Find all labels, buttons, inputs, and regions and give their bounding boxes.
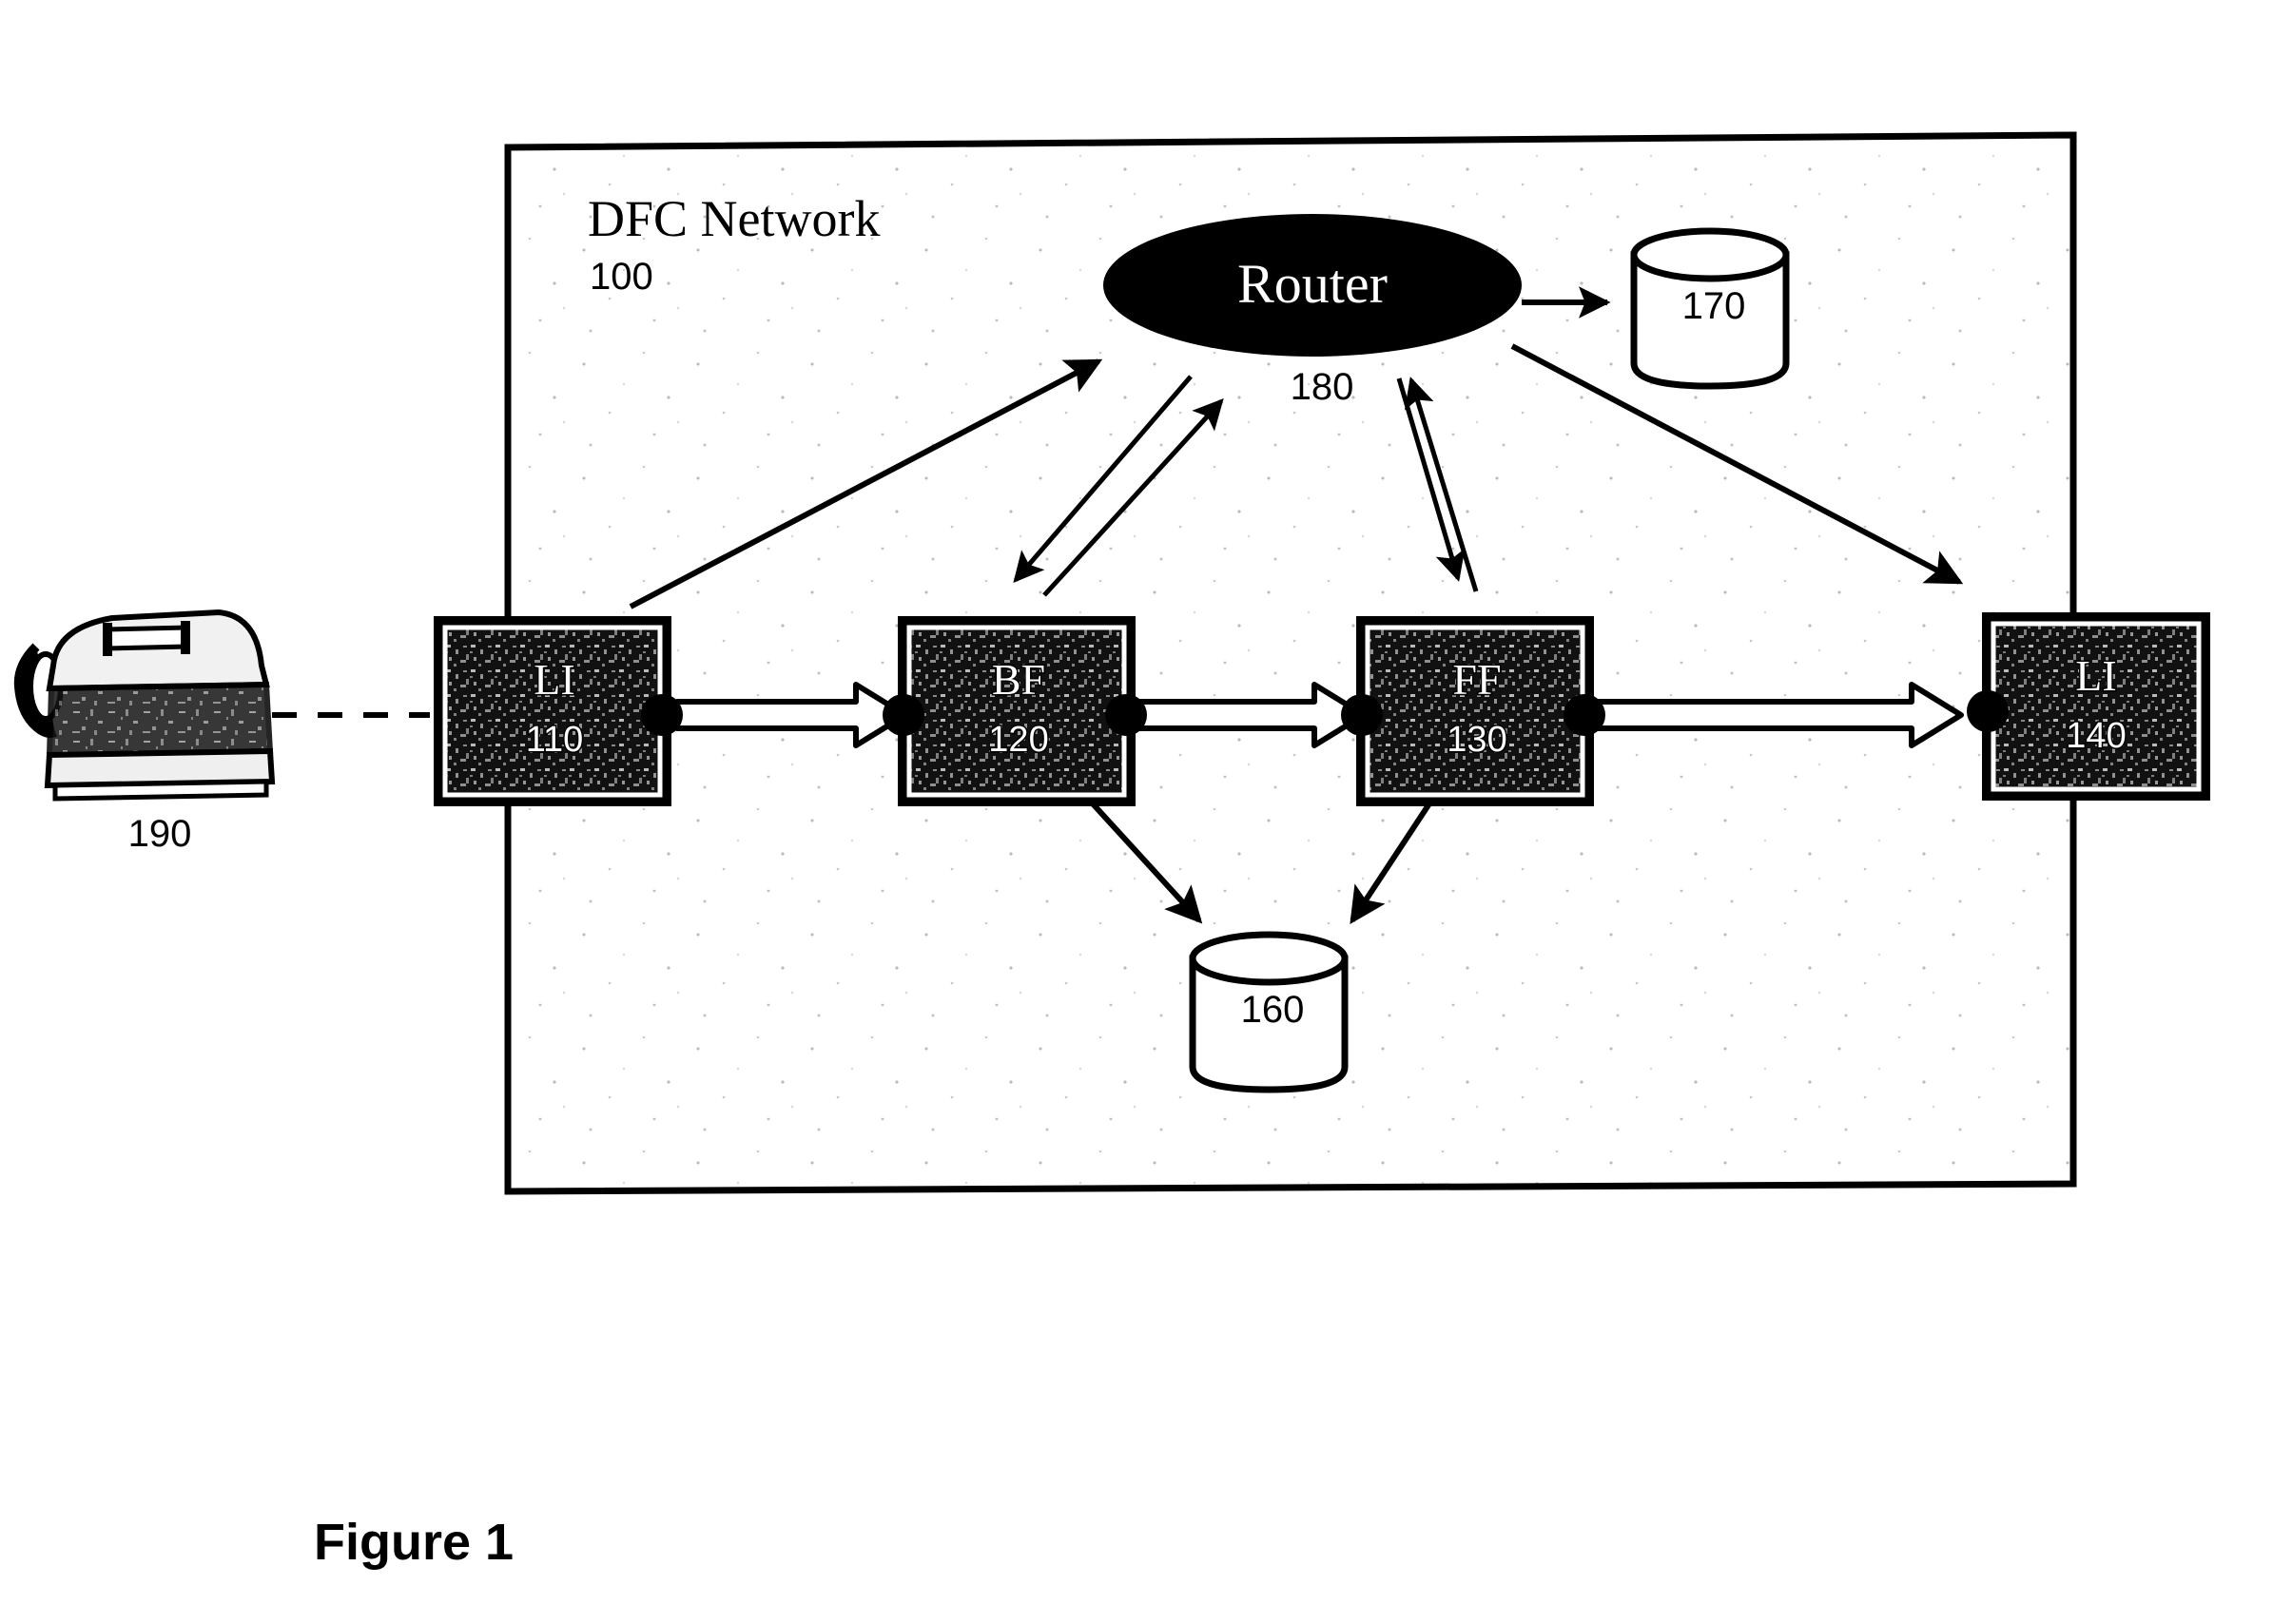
telephone-handset-bar [104, 625, 189, 651]
telephone-handset-post-right [181, 621, 190, 654]
network-title: DFC Network [588, 190, 881, 247]
telephone-keypad [46, 681, 274, 759]
node-li-140-label: LI [2075, 651, 2116, 700]
node-ff-130-inner [1365, 625, 1585, 798]
node-ff-130-output-port[interactable] [1564, 694, 1605, 736]
node-bf-120-ref: 120 [988, 720, 1048, 760]
node-li-140[interactable]: LI 140 [1967, 612, 2210, 801]
figure-canvas: LI 110 BF 120 FF 130 LI 140 Router 180 1… [13, 131, 2210, 1571]
node-bf-120-label: BF [992, 655, 1045, 704]
node-li-140-inner [1991, 621, 2202, 792]
node-li-110-label: LI [534, 655, 574, 704]
node-ff-130-input-port[interactable] [1341, 694, 1383, 736]
node-ff-130[interactable]: FF 130 [1341, 616, 1605, 806]
datastore-160[interactable]: 160 [1189, 931, 1349, 1093]
datastore-160-top [1189, 931, 1349, 986]
router-node[interactable]: Router [1103, 214, 1522, 357]
patent-figure-page: LI 110 BF 120 FF 130 LI 140 Router 180 1… [0, 0, 2273, 1624]
node-li-110-output-port[interactable] [641, 694, 683, 736]
node-bf-120-output-port[interactable] [1105, 694, 1147, 736]
telephone-handset-post-left [103, 623, 112, 656]
telephone-upper-shell [46, 609, 270, 692]
node-li-140-input-port[interactable] [1967, 690, 2009, 732]
router-ref: 180 [1291, 366, 1354, 408]
telephone-foot [52, 779, 269, 802]
node-ff-130-ref: 130 [1447, 720, 1506, 760]
figure-caption: Figure 1 [314, 1514, 514, 1571]
node-bf-120-input-port[interactable] [883, 694, 924, 736]
datastore-160-ref: 160 [1241, 989, 1305, 1031]
node-li-110-ref: 110 [526, 720, 584, 760]
datastore-170[interactable]: 170 [1630, 227, 1790, 390]
telephone-device [13, 609, 276, 802]
node-bf-120[interactable]: BF 120 [883, 616, 1147, 806]
datastore-170-top [1630, 227, 1790, 282]
network-ref: 100 [590, 256, 653, 298]
datastore-170-ref: 170 [1682, 285, 1746, 327]
telephone-ref: 190 [128, 813, 192, 855]
router-label: Router [1237, 253, 1388, 315]
node-bf-120-inner [906, 625, 1127, 798]
node-li-140-ref: 140 [2066, 716, 2126, 756]
node-li-110-inner [442, 625, 663, 798]
node-ff-130-label: FF [1452, 655, 1501, 704]
node-li-110[interactable]: LI 110 [434, 616, 683, 806]
